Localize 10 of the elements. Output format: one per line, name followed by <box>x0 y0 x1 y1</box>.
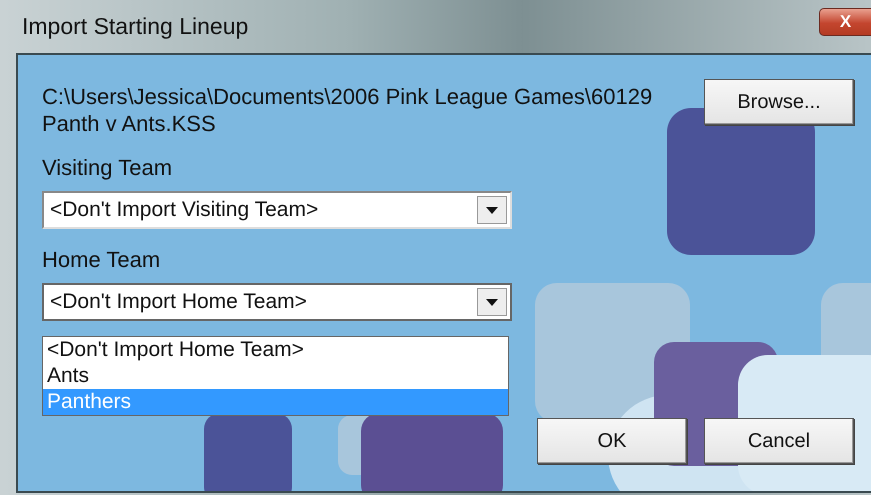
window-title: Import Starting Lineup <box>22 13 248 40</box>
file-path: C:\Users\Jessica\Documents\2006 Pink League Games\60129 Panth v Ants.KSS <box>42 83 654 137</box>
close-button[interactable]: X <box>819 8 871 36</box>
visiting-team-dropdown[interactable]: <Don't Import Visiting Team> <box>42 191 512 229</box>
cancel-button[interactable]: Cancel <box>704 418 854 464</box>
visiting-team-label: Visiting Team <box>42 155 174 181</box>
browse-button[interactable]: Browse... <box>704 79 854 125</box>
ok-button[interactable]: OK <box>537 418 687 464</box>
home-team-dropdown[interactable]: <Don't Import Home Team> <box>42 283 512 321</box>
home-team-label: Home Team <box>42 247 162 273</box>
